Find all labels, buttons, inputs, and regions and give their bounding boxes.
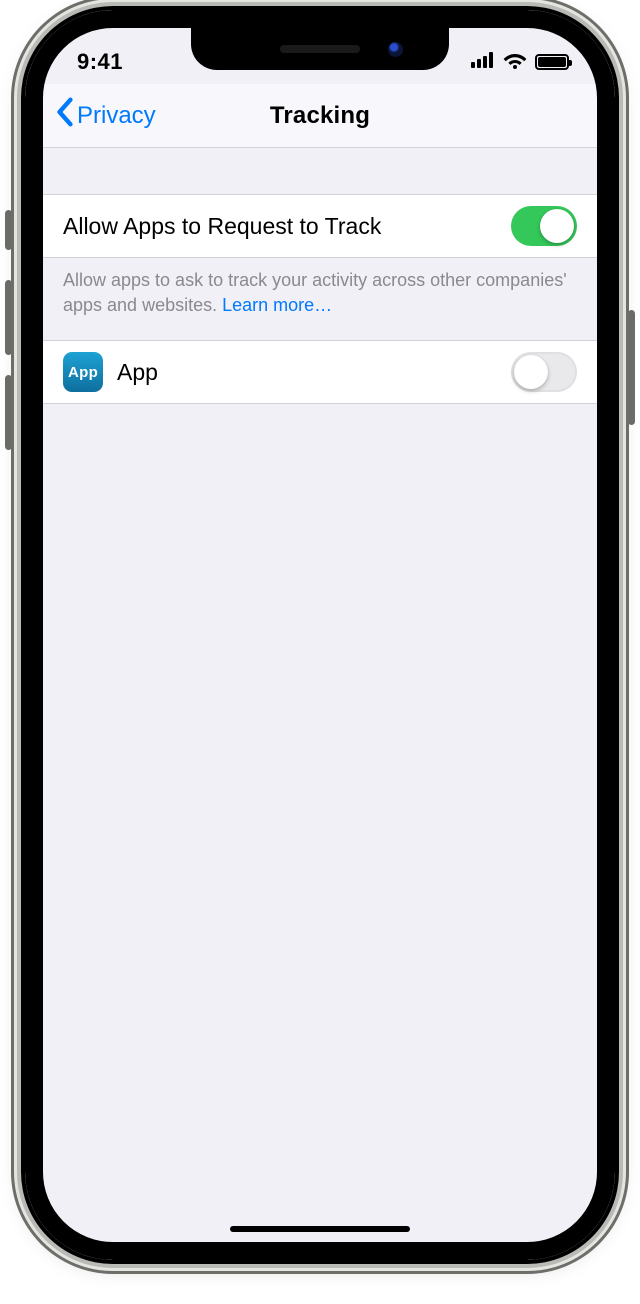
device-notch (191, 28, 449, 70)
volume-down-key (5, 375, 12, 450)
back-button[interactable]: Privacy (49, 84, 162, 147)
status-time: 9:41 (77, 49, 123, 75)
battery-icon (535, 54, 569, 70)
navigation-bar: Privacy Tracking (43, 84, 597, 148)
section-footer-note: Allow apps to ask to track your activity… (43, 258, 597, 340)
front-camera (388, 42, 403, 57)
learn-more-link[interactable]: Learn more… (222, 295, 332, 315)
allow-apps-request-toggle[interactable] (511, 206, 577, 246)
app-tracking-toggle[interactable] (511, 352, 577, 392)
app-icon: App (63, 352, 103, 392)
power-key (628, 310, 635, 425)
allow-apps-request-label: Allow Apps to Request to Track (63, 213, 381, 240)
cellular-icon (471, 52, 495, 73)
section-spacer (43, 148, 597, 194)
app-name-label: App (117, 359, 497, 386)
speaker-grille (280, 45, 360, 53)
content-area: Allow Apps to Request to Track Allow app… (43, 148, 597, 1242)
volume-up-key (5, 280, 12, 355)
app-tracking-row: App App (43, 340, 597, 404)
screen: 9:41 (43, 28, 597, 1242)
wifi-icon (503, 51, 527, 74)
mute-switch-key (5, 210, 12, 250)
home-indicator[interactable] (230, 1226, 410, 1232)
toggle-knob (514, 355, 548, 389)
allow-apps-request-row: Allow Apps to Request to Track (43, 194, 597, 258)
back-label: Privacy (77, 102, 156, 130)
toggle-knob (540, 209, 574, 243)
phone-frame: 9:41 (25, 10, 615, 1260)
page-title: Tracking (270, 102, 370, 130)
chevron-left-icon (55, 97, 75, 134)
